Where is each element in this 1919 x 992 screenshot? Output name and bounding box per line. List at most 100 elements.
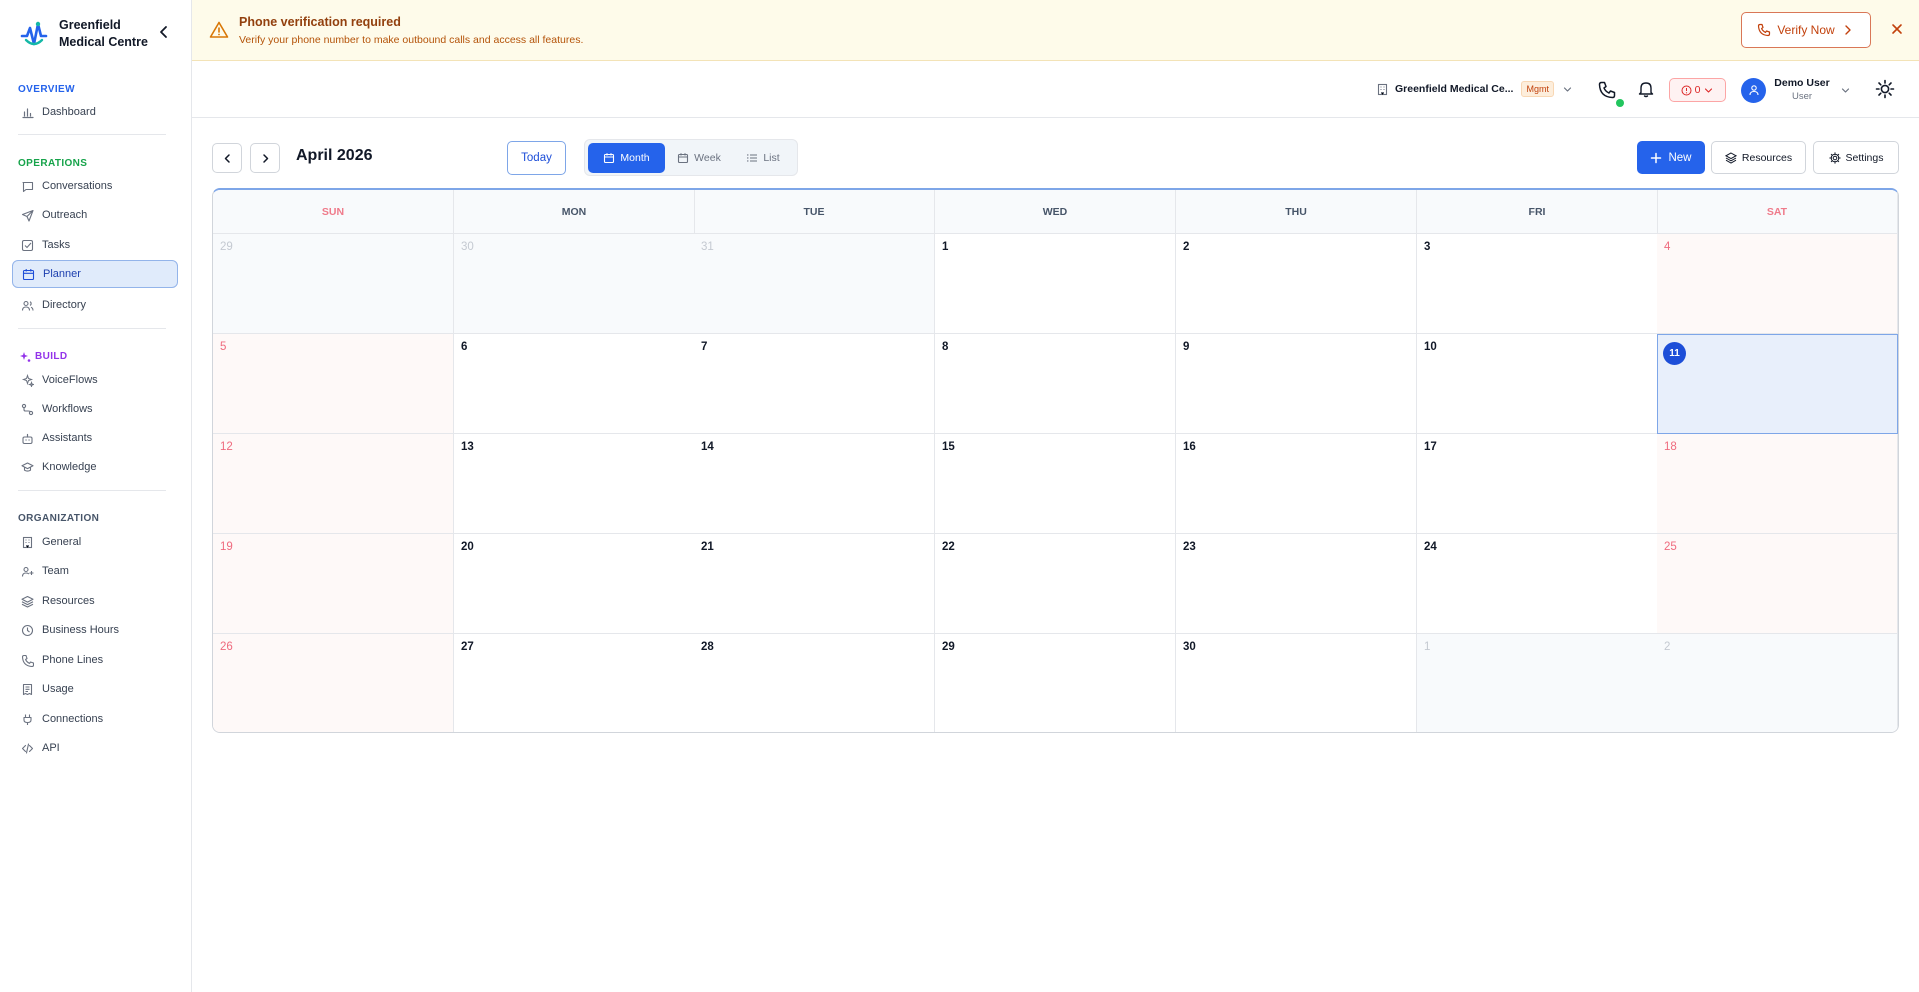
sidebar-item-team[interactable]: Team [12,557,178,585]
calendar-day-cell[interactable]: 17 [1417,434,1658,534]
previous-month-button[interactable] [212,143,242,173]
calendar-day-cell[interactable]: 1 [1417,634,1658,732]
weekday-header: SUN MON TUE WED THU FRI SAT [213,190,1898,234]
sun-icon[interactable] [1875,79,1895,99]
calendar-day-cell[interactable]: 30 [1176,634,1417,732]
calendar-day-cell[interactable]: 18 [1657,434,1898,534]
calendar-day-cell[interactable]: 26 [213,634,454,732]
bell-icon[interactable] [1637,80,1655,98]
sidebar-item-directory[interactable]: Directory [12,291,178,319]
calendar-day-cell[interactable]: 30 [454,234,695,334]
build-sparkles-icon [20,352,31,362]
calendar-day-cell[interactable]: 27 [454,634,695,732]
verify-now-button[interactable]: Verify Now [1741,12,1871,48]
calendar-day-cell[interactable]: 31 [694,234,935,334]
calendar-day-cell[interactable]: 19 [213,534,454,634]
weekday-sun: SUN [213,190,454,234]
day-number: 13 [461,441,474,453]
sidebar-item-label: Tasks [42,239,71,251]
calendar-day-cell[interactable]: 24 [1417,534,1658,634]
today-day-number: 11 [1663,342,1686,365]
sidebar-item-outreach[interactable]: Outreach [12,201,178,229]
calendar-day-cell[interactable]: 16 [1176,434,1417,534]
calendar-day-cell[interactable]: 25 [1657,534,1898,634]
user-menu[interactable]: Demo User User [1741,74,1866,106]
day-number: 1 [942,241,949,253]
day-number: 24 [1424,541,1437,553]
calendar-day-cell[interactable]: 2 [1176,234,1417,334]
sidebar-item-workflows[interactable]: Workflows [12,395,178,423]
collapse-sidebar-icon[interactable] [157,25,171,39]
sidebar-item-assistants[interactable]: Assistants [12,424,178,452]
sidebar-item-label: Team [42,565,69,577]
sidebar-item-business-hours[interactable]: Business Hours [12,616,178,644]
top-header: Greenfield Medical Ce... Mgmt 0 Demo Use… [192,61,1919,118]
alerts-dropdown[interactable]: 0 [1669,78,1726,102]
calendar-day-cell[interactable]: 21 [694,534,935,634]
chevron-down-icon [1563,86,1572,92]
sidebar-item-api[interactable]: API [12,734,178,762]
view-month-button[interactable]: Month [588,143,665,173]
calendar-day-cell[interactable]: 11 [1657,334,1898,434]
day-number: 30 [461,241,474,253]
chevron-down-icon [1841,87,1850,93]
user-icon [1748,85,1759,96]
calendar-day-cell[interactable]: 23 [1176,534,1417,634]
sidebar-item-label: Knowledge [42,461,97,473]
calendar-day-cell[interactable]: 5 [213,334,454,434]
next-month-button[interactable] [250,143,280,173]
brand[interactable]: Greenfield Medical Centre [18,17,159,51]
calendar-day-cell[interactable]: 20 [454,534,695,634]
today-button[interactable]: Today [507,141,566,175]
calendar-day-cell[interactable]: 4 [1657,234,1898,334]
calendar-day-cell[interactable]: 29 [935,634,1176,732]
calendar-day-cell[interactable]: 8 [935,334,1176,434]
calendar-day-cell[interactable]: 10 [1417,334,1658,434]
calendar-day-cell[interactable]: 29 [213,234,454,334]
calendar-day-cell[interactable]: 14 [694,434,935,534]
calendar-day-cell[interactable]: 13 [454,434,695,534]
brand-name: Greenfield Medical Centre [59,18,148,49]
sidebar-item-knowledge[interactable]: Knowledge [12,453,178,481]
sidebar-divider [18,328,166,329]
sidebar-item-voiceflows[interactable]: VoiceFlows [12,366,178,394]
calendar-day-cell[interactable]: 1 [935,234,1176,334]
sidebar-item-dashboard[interactable]: Dashboard [12,98,178,126]
calendar-day-cell[interactable]: 6 [454,334,695,434]
calendar-day-cell[interactable]: 15 [935,434,1176,534]
view-list-button[interactable]: List [733,143,793,173]
new-event-button[interactable]: New [1637,141,1705,174]
calendar-day-cell[interactable]: 12 [213,434,454,534]
view-week-button[interactable]: Week [667,143,731,173]
settings-button[interactable]: Settings [1813,141,1899,174]
sidebar-item-general[interactable]: General [12,528,178,556]
day-number: 3 [1424,241,1431,253]
plus-icon [1651,152,1662,163]
resources-button[interactable]: Resources [1711,141,1806,174]
section-title-build: BUILD [35,351,68,362]
calendar-day-cell[interactable]: 2 [1657,634,1898,732]
sidebar-item-usage[interactable]: Usage [12,675,178,703]
calendar-day-cell[interactable]: 28 [694,634,935,732]
sidebar-item-tasks[interactable]: Tasks [12,231,178,259]
day-number: 27 [461,641,474,653]
section-title-overview: OVERVIEW [18,84,75,95]
sidebar-item-phone-lines[interactable]: Phone Lines [12,646,178,674]
user-role: User [1791,91,1813,102]
calendar-day-cell[interactable]: 7 [694,334,935,434]
sidebar-item-resources[interactable]: Resources [12,587,178,615]
sidebar-item-planner[interactable]: Planner [12,260,178,288]
current-month-title: April 2026 [296,147,373,164]
avatar [1741,77,1766,103]
sidebar-item-connections[interactable]: Connections [12,705,178,733]
organization-selector[interactable]: Greenfield Medical Ce... Mgmt [1376,77,1573,101]
sidebar-item-label: Usage [42,683,74,695]
user-plus-icon [21,566,34,577]
calendar-day-cell[interactable]: 3 [1417,234,1658,334]
close-icon[interactable] [1890,22,1904,36]
view-week-label: Week [694,152,721,164]
calendar-day-cell[interactable]: 22 [935,534,1176,634]
calendar-day-cell[interactable]: 9 [1176,334,1417,434]
sidebar-item-conversations[interactable]: Conversations [12,172,178,200]
phone-icon[interactable] [1597,80,1617,100]
